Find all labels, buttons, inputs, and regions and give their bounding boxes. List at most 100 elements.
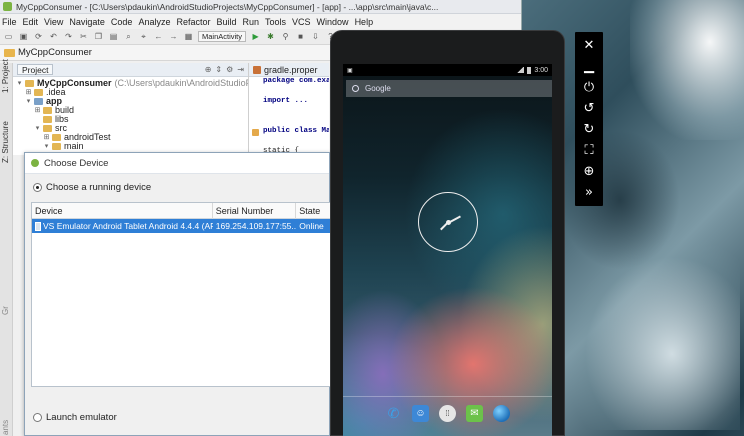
code-editor: gradle.proper package com.examp import ..… xyxy=(249,63,329,155)
code-line: import ... xyxy=(263,97,309,105)
window-titlebar: MyCppConsumer - [C:\Users\pdaukin\Androi… xyxy=(0,0,521,14)
close-icon[interactable]: ✕ xyxy=(579,36,599,55)
people-app-icon[interactable]: ☺ xyxy=(412,404,429,422)
signal-icon xyxy=(517,67,525,73)
android-status-bar: ▣ 3:00 xyxy=(343,64,552,76)
forward-icon[interactable]: → xyxy=(168,31,179,42)
tree-item[interactable]: ⊞ build xyxy=(13,106,248,115)
stop-icon[interactable]: ■ xyxy=(295,31,306,42)
collapse-all-icon[interactable]: ⇕ xyxy=(215,65,222,74)
tree-item[interactable]: ⊞ androidTest xyxy=(13,133,248,142)
column-state[interactable]: State xyxy=(296,203,330,219)
undo-icon[interactable]: ↶ xyxy=(48,31,59,42)
folder-icon xyxy=(43,125,52,132)
run-config-select[interactable]: MainActivity xyxy=(198,31,247,42)
menu-navigate[interactable]: Navigate xyxy=(69,17,105,27)
android-icon xyxy=(31,159,39,167)
sdk-manager-icon[interactable]: ⇩ xyxy=(310,31,321,42)
attach-icon[interactable]: ⚲ xyxy=(280,31,291,42)
gradle-tool-tab[interactable]: Gr xyxy=(1,306,10,315)
all-apps-icon[interactable]: ⁞⁞ xyxy=(439,404,456,422)
expand-toggle-icon[interactable]: ▾ xyxy=(16,79,23,88)
folder-icon xyxy=(52,134,61,141)
menu-edit[interactable]: Edit xyxy=(23,17,39,27)
minimize-icon[interactable]: ▁ xyxy=(579,57,599,76)
run-icon[interactable]: ▶ xyxy=(250,31,261,42)
status-time: 3:00 xyxy=(534,66,548,74)
back-icon[interactable]: ← xyxy=(153,31,164,42)
table-row[interactable]: VS Emulator Android Tablet Android 4.4.4… xyxy=(32,219,330,233)
lower-tool-strip xyxy=(13,290,23,436)
cut-icon[interactable]: ✂ xyxy=(78,31,89,42)
google-search-bar[interactable]: Google xyxy=(346,80,552,97)
redo-icon[interactable]: ↷ xyxy=(63,31,74,42)
device-icon xyxy=(35,222,41,232)
save-icon[interactable]: ▣ xyxy=(18,31,29,42)
more-tools-icon[interactable]: » xyxy=(579,183,599,202)
tree-item[interactable]: ▾ app xyxy=(13,97,248,106)
editor-tab-label: gradle.proper xyxy=(264,64,318,75)
expand-toggle-icon[interactable]: ▾ xyxy=(34,124,41,133)
zoom-icon[interactable]: ⊕ xyxy=(579,162,599,181)
breadcrumb-project[interactable]: MyCppConsumer xyxy=(18,47,92,58)
paste-icon[interactable]: ▤ xyxy=(108,31,119,42)
analog-clock-widget[interactable] xyxy=(418,192,478,252)
structure-tool-tab[interactable]: Z: Structure xyxy=(1,121,10,163)
gutter-marker-icon[interactable] xyxy=(252,129,259,136)
copy-icon[interactable]: ❐ xyxy=(93,31,104,42)
menu-refactor[interactable]: Refactor xyxy=(176,17,210,27)
sync-icon[interactable]: ⟳ xyxy=(33,31,44,42)
menu-code[interactable]: Code xyxy=(111,17,133,27)
menu-tools[interactable]: Tools xyxy=(265,17,286,27)
radio-unselected-icon xyxy=(33,412,42,422)
tree-item[interactable]: libs xyxy=(13,115,248,124)
expand-toggle-icon[interactable]: ⊞ xyxy=(34,106,41,115)
expand-toggle-icon[interactable]: ▾ xyxy=(43,142,50,151)
rotate-left-icon[interactable]: ↺ xyxy=(579,99,599,118)
variants-tool-tab[interactable]: ants xyxy=(1,420,10,435)
menu-run[interactable]: Run xyxy=(243,17,260,27)
find-icon[interactable]: ⌕ xyxy=(123,31,134,42)
menu-analyze[interactable]: Analyze xyxy=(138,17,170,27)
make-icon[interactable]: ▦ xyxy=(183,31,194,42)
open-icon[interactable]: ▭ xyxy=(3,31,14,42)
android-notification-icon: ▣ xyxy=(347,67,353,74)
android-studio-icon xyxy=(3,2,12,11)
editor-tab[interactable]: gradle.proper xyxy=(249,63,329,77)
tree-item[interactable]: ▾ src xyxy=(13,124,248,133)
messaging-app-icon[interactable]: ✉ xyxy=(466,404,483,422)
phone-app-icon[interactable]: ✆ xyxy=(385,405,402,422)
launch-emulator-radio[interactable]: Launch emulator xyxy=(33,410,117,424)
expand-toggle-icon[interactable]: ⊞ xyxy=(25,88,32,97)
browser-app-icon[interactable] xyxy=(493,404,510,422)
battery-icon xyxy=(527,66,532,74)
running-device-radio[interactable]: Choose a running device xyxy=(33,180,151,194)
rotate-right-icon[interactable]: ↻ xyxy=(579,120,599,139)
scroll-from-source-icon[interactable]: ⊕ xyxy=(205,65,212,74)
menu-window[interactable]: Window xyxy=(317,17,349,27)
tree-item-label: main xyxy=(64,141,84,151)
menu-vcs[interactable]: VCS xyxy=(292,17,311,27)
replace-icon[interactable]: ⌖ xyxy=(138,31,149,42)
fit-screen-icon[interactable]: ⛶ xyxy=(579,141,599,160)
hide-panel-icon[interactable]: ⇥ xyxy=(237,65,244,74)
settings-icon[interactable]: ⚙ xyxy=(226,65,233,74)
home-dock: ✆ ☺ ⁞⁞ ✉ xyxy=(343,396,552,436)
menu-view[interactable]: View xyxy=(44,17,63,27)
expand-toggle-icon[interactable]: ▾ xyxy=(25,97,32,106)
menu-build[interactable]: Build xyxy=(216,17,236,27)
expand-toggle-icon[interactable]: ⊞ xyxy=(43,133,50,142)
column-device[interactable]: Device xyxy=(32,202,213,219)
project-view-select[interactable]: Project xyxy=(17,64,54,75)
menu-file[interactable]: File xyxy=(2,17,17,27)
power-icon[interactable]: ⏻ xyxy=(579,78,599,97)
tree-item[interactable]: ▾ main xyxy=(13,142,248,151)
code-area[interactable]: package com.examp import ... public class … xyxy=(249,77,329,155)
menu-help[interactable]: Help xyxy=(355,17,374,27)
project-tool-tab[interactable]: 1: Project xyxy=(1,59,10,93)
emulator-screen[interactable]: ▣ 3:00 Google ✆ ☺ ⁞⁞ ✉ xyxy=(343,64,552,436)
column-serial[interactable]: Serial Number xyxy=(213,202,297,219)
debug-icon[interactable]: ✱ xyxy=(265,31,276,42)
